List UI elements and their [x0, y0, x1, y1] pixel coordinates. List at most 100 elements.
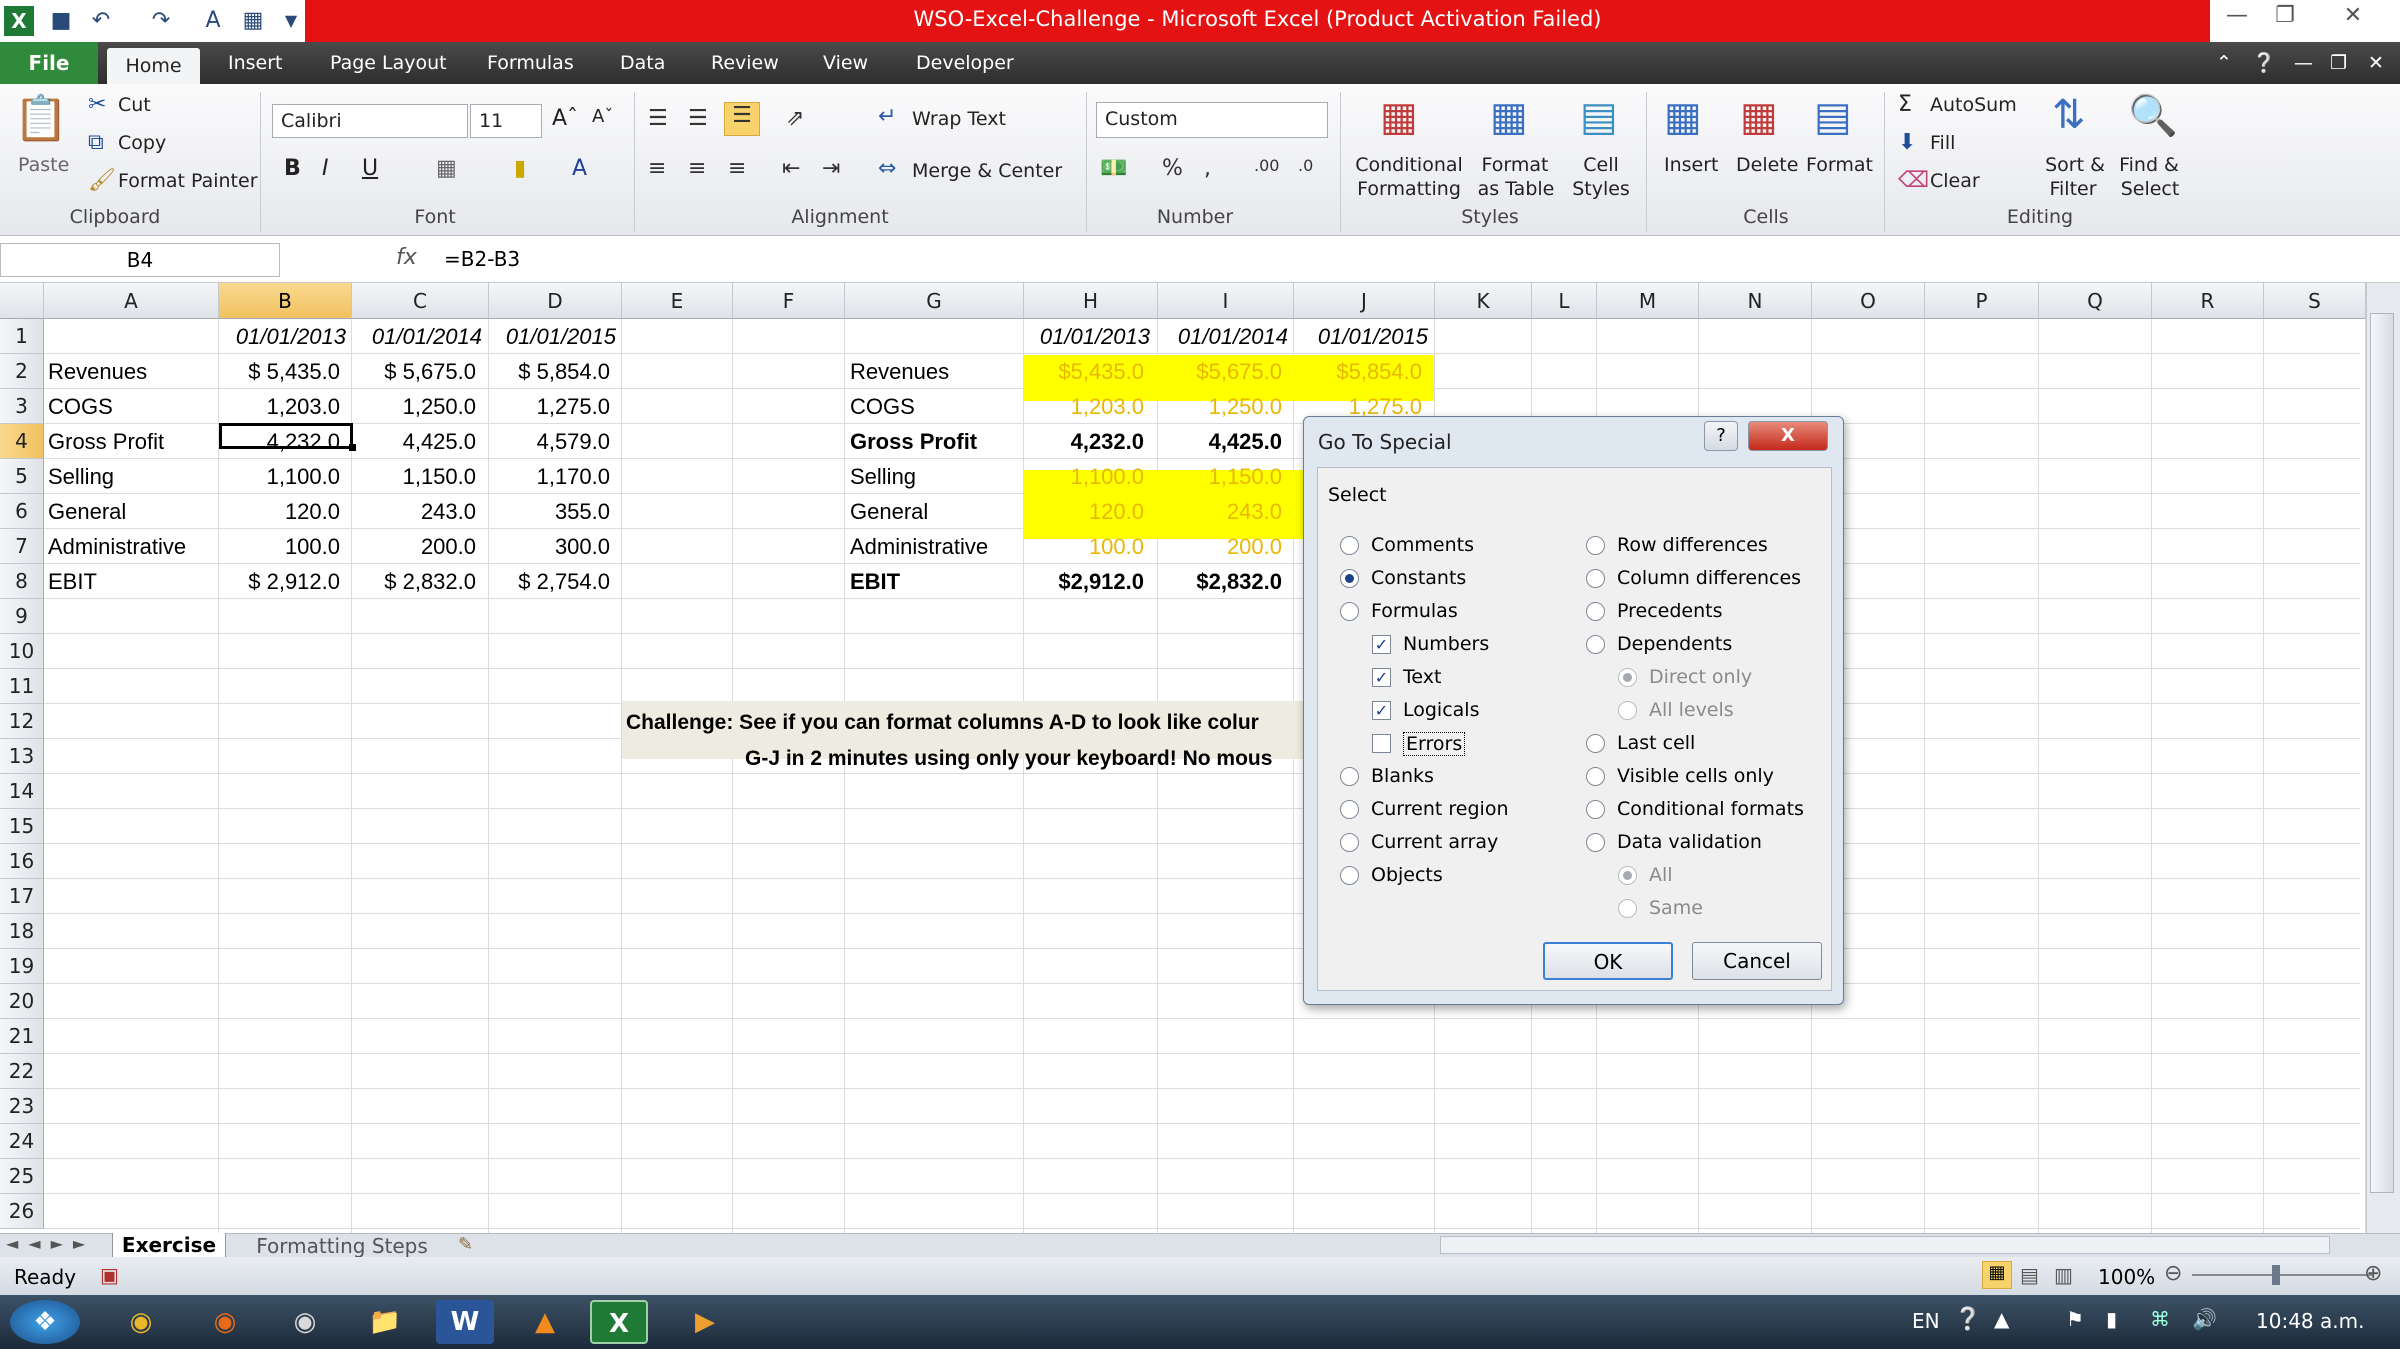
cell-styles-label-2[interactable]: Styles	[1570, 178, 1632, 200]
italic-icon[interactable]: I	[322, 156, 329, 181]
zoom-in-icon[interactable]: ⊕	[2364, 1261, 2382, 1286]
cell-j1[interactable]: 01/01/2015	[1298, 324, 1428, 350]
align-left-icon[interactable]: ≡	[648, 156, 666, 181]
radio-objects[interactable]	[1340, 866, 1359, 885]
cell-i5[interactable]: 1,150.0	[1162, 464, 1282, 490]
column-header-n[interactable]: N	[1699, 283, 1812, 319]
excel-taskbar-icon[interactable]: X	[590, 1300, 648, 1344]
option-label-dependents[interactable]: Dependents	[1617, 633, 1732, 655]
cell-g7[interactable]: Administrative	[850, 534, 1020, 560]
minimize-workbook-icon[interactable]: —	[2294, 42, 2313, 84]
cell-b6[interactable]: 120.0	[223, 499, 340, 525]
shrink-font-icon[interactable]: Aˇ	[592, 106, 613, 127]
radio-last-cell[interactable]	[1586, 734, 1605, 753]
tab-file[interactable]: File	[0, 42, 98, 84]
cell-a6[interactable]: General	[48, 499, 214, 525]
option-label-logicals[interactable]: Logicals	[1403, 699, 1479, 721]
font-color-icon[interactable]: A	[572, 156, 587, 181]
cell-c7[interactable]: 200.0	[356, 534, 476, 560]
cell-g2[interactable]: Revenues	[850, 359, 1020, 385]
cell-c4[interactable]: 4,425.0	[356, 429, 476, 455]
decrease-indent-icon[interactable]: ⇤	[782, 156, 800, 181]
vertical-scroll-thumb[interactable]	[2370, 313, 2394, 1193]
column-header-c[interactable]: C	[352, 283, 489, 319]
battery-icon[interactable]: ▮	[2106, 1307, 2117, 1331]
zoom-out-icon[interactable]: ⊖	[2164, 1261, 2182, 1286]
cell-a7[interactable]: Administrative	[48, 534, 214, 560]
tab-view[interactable]: View	[823, 42, 868, 84]
cell-d8[interactable]: $ 2,754.0	[493, 569, 610, 595]
radio-dependents[interactable]	[1586, 635, 1605, 654]
center-icon[interactable]: ≡	[688, 156, 706, 181]
cell-c5[interactable]: 1,150.0	[356, 464, 476, 490]
sort-filter-label-2[interactable]: Filter	[2036, 178, 2110, 200]
cut-button[interactable]: Cut	[118, 94, 151, 116]
cell-i7[interactable]: 200.0	[1162, 534, 1282, 560]
row-header-26[interactable]: 26	[0, 1194, 44, 1229]
column-header-g[interactable]: G	[845, 283, 1024, 319]
checkbox-logicals[interactable]: ✓	[1372, 701, 1391, 720]
active-cell-b4[interactable]	[219, 423, 353, 449]
grid-icon[interactable]: ▦	[238, 6, 268, 36]
column-header-i[interactable]: I	[1158, 283, 1294, 319]
vlc-icon[interactable]: ▲	[516, 1300, 574, 1344]
cell-b3[interactable]: 1,203.0	[223, 394, 340, 420]
page-layout-view-icon[interactable]: ▤	[2020, 1263, 2039, 1287]
tray-arrow-icon[interactable]: ▲	[1994, 1307, 2009, 1331]
column-header-l[interactable]: L	[1532, 283, 1597, 319]
horizontal-scrollbar[interactable]	[1440, 1236, 2330, 1254]
page-break-view-icon[interactable]: ▥	[2054, 1263, 2073, 1287]
clear-button[interactable]: Clear	[1930, 170, 1980, 192]
align-right-icon[interactable]: ≡	[728, 156, 746, 181]
percent-style-icon[interactable]: %	[1162, 156, 1183, 181]
cancel-button[interactable]: Cancel	[1692, 942, 1822, 980]
cell-d3[interactable]: 1,275.0	[493, 394, 610, 420]
number-format-select[interactable]: Custom	[1096, 102, 1328, 138]
column-header-o[interactable]: O	[1812, 283, 1925, 319]
start-button-icon[interactable]: ❖	[10, 1300, 80, 1344]
option-label-data-validation[interactable]: Data validation	[1617, 831, 1762, 853]
autosum-button[interactable]: AutoSum	[1930, 94, 2017, 116]
cell-i4[interactable]: 4,425.0	[1162, 429, 1282, 455]
cell-c1[interactable]: 01/01/2014	[356, 324, 482, 350]
radio-data-validation[interactable]	[1586, 833, 1605, 852]
cell-b2[interactable]: $ 5,435.0	[223, 359, 340, 385]
option-label-constants[interactable]: Constants	[1371, 567, 1466, 589]
font-size-select[interactable]: 11	[470, 104, 542, 138]
increase-decimal-icon[interactable]: .00	[1254, 156, 1279, 175]
cell-a5[interactable]: Selling	[48, 464, 214, 490]
option-label-conditional-formats[interactable]: Conditional formats	[1617, 798, 1804, 820]
cell-g3[interactable]: COGS	[850, 394, 1020, 420]
sheet-tab-exercise[interactable]: Exercise	[112, 1233, 226, 1258]
cell-c3[interactable]: 1,250.0	[356, 394, 476, 420]
close-workbook-icon[interactable]: ✕	[2368, 42, 2384, 84]
column-header-p[interactable]: P	[1925, 283, 2039, 319]
row-header-3[interactable]: 3	[0, 389, 44, 424]
row-header-18[interactable]: 18	[0, 914, 44, 949]
wrap-text-button[interactable]: Wrap Text	[912, 108, 1006, 130]
insert-function-icon[interactable]: fx	[396, 245, 417, 270]
cell-g4[interactable]: Gross Profit	[850, 429, 1020, 455]
media-icon[interactable]: ◉	[276, 1300, 334, 1344]
cell-i1[interactable]: 01/01/2014	[1162, 324, 1288, 350]
find-select-label-2[interactable]: Select	[2112, 178, 2188, 200]
increase-indent-icon[interactable]: ⇥	[822, 156, 840, 181]
find-select-label-1[interactable]: Find &	[2114, 154, 2184, 176]
fill-button[interactable]: Fill	[1930, 132, 1955, 154]
column-header-k[interactable]: K	[1435, 283, 1532, 319]
chrome-icon[interactable]: ◉	[112, 1300, 170, 1344]
option-label-formulas[interactable]: Formulas	[1371, 600, 1458, 622]
dialog-close-button[interactable]: X	[1748, 421, 1828, 451]
cell-d1[interactable]: 01/01/2015	[493, 324, 616, 350]
save-icon[interactable]: ■	[46, 6, 76, 36]
row-header-24[interactable]: 24	[0, 1124, 44, 1159]
option-label-numbers[interactable]: Numbers	[1403, 633, 1489, 655]
row-header-22[interactable]: 22	[0, 1054, 44, 1089]
row-header-7[interactable]: 7	[0, 529, 44, 564]
radio-comments[interactable]	[1340, 536, 1359, 555]
network-icon[interactable]: ⌘	[2150, 1307, 2170, 1331]
dialog-help-button[interactable]: ?	[1704, 421, 1738, 451]
column-header-f[interactable]: F	[733, 283, 845, 319]
conditional-formatting-label-2[interactable]: Formatting	[1350, 178, 1468, 200]
orientation-icon[interactable]: ⇗	[786, 106, 804, 131]
